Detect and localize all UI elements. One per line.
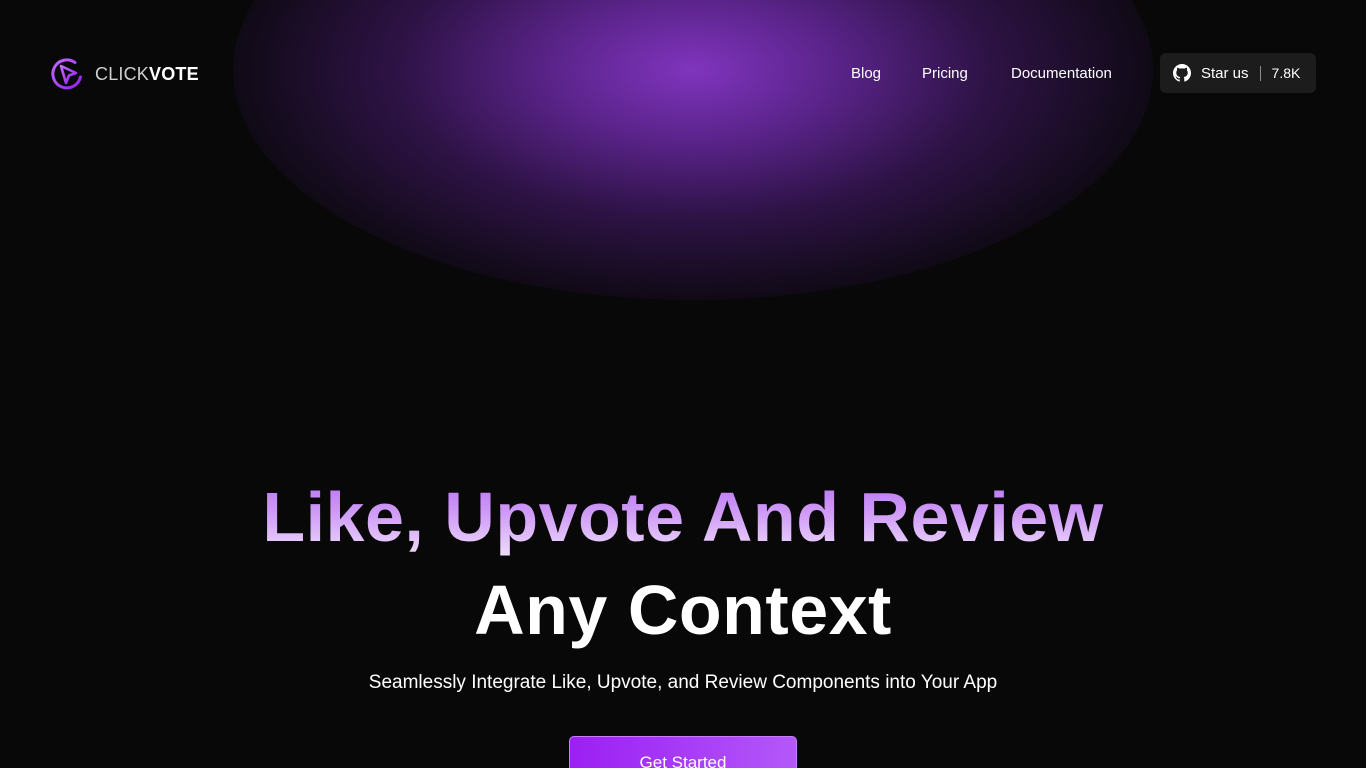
- brand-logo[interactable]: CLICKVOTE: [49, 55, 199, 92]
- nav-link-blog[interactable]: Blog: [851, 63, 881, 85]
- github-divider: [1259, 65, 1261, 81]
- hero-subtitle: Seamlessly Integrate Like, Upvote, and R…: [368, 672, 998, 693]
- nav-link-documentation[interactable]: Documentation: [1011, 63, 1112, 85]
- site-header: CLICKVOTE Blog Pricing Documentation Sta…: [0, 0, 1366, 146]
- hero-title-line2: Any Context: [474, 571, 892, 649]
- github-star-label: Star us: [1201, 64, 1249, 82]
- github-star-button[interactable]: Star us 7.8K: [1160, 53, 1316, 93]
- landing-page: CLICKVOTE Blog Pricing Documentation Sta…: [0, 0, 1366, 768]
- hero-title-line1: Like, Upvote And Review: [0, 474, 1366, 560]
- get-started-button[interactable]: Get Started: [569, 736, 797, 768]
- brand-name-part1: CLICK: [95, 63, 150, 84]
- nav-link-pricing[interactable]: Pricing: [922, 63, 968, 85]
- clickvote-logo-icon: [51, 57, 82, 89]
- brand-name: CLICKVOTE: [95, 65, 199, 83]
- brand-name-part2: VOTE: [149, 63, 199, 84]
- github-star-count: 7.8K: [1271, 65, 1301, 81]
- github-icon: [1173, 64, 1191, 82]
